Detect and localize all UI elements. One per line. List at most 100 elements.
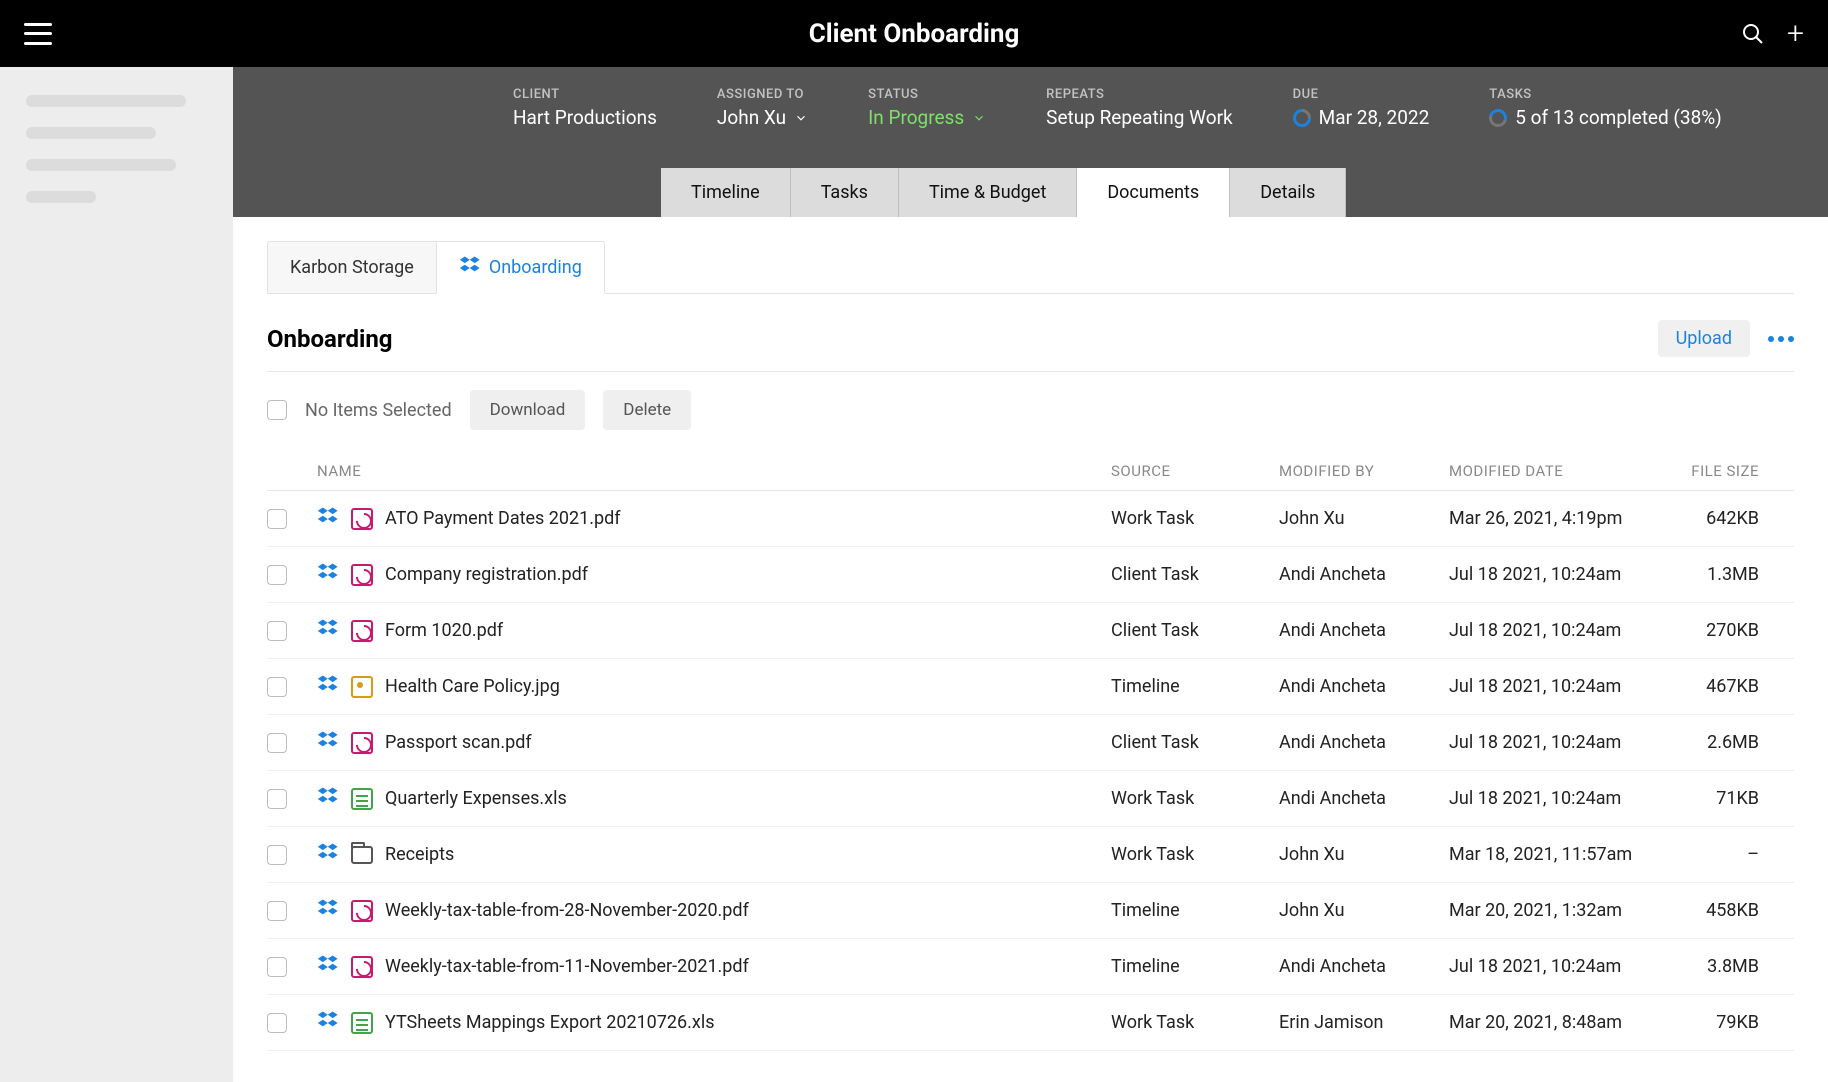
file-name[interactable]: YTSheets Mappings Export 20210726.xls — [385, 1012, 715, 1033]
row-checkbox[interactable] — [267, 509, 287, 529]
file-source: Client Task — [1111, 732, 1279, 753]
row-checkbox[interactable] — [267, 901, 287, 921]
row-checkbox[interactable] — [267, 957, 287, 977]
tab-documents[interactable]: Documents — [1077, 168, 1230, 217]
row-checkbox[interactable] — [267, 1013, 287, 1033]
table-row[interactable]: Quarterly Expenses.xlsWork TaskAndi Anch… — [267, 771, 1794, 827]
storage-tabs: Karbon Storage Onboarding — [267, 241, 1794, 294]
file-source: Timeline — [1111, 676, 1279, 697]
chevron-down-icon — [972, 111, 986, 125]
file-modified-date: Jul 18 2021, 10:24am — [1449, 564, 1659, 585]
file-name[interactable]: Company registration.pdf — [385, 564, 588, 585]
table-row[interactable]: Form 1020.pdfClient TaskAndi AnchetaJul … — [267, 603, 1794, 659]
file-source: Work Task — [1111, 1012, 1279, 1033]
file-name[interactable]: Quarterly Expenses.xls — [385, 788, 567, 809]
selection-status: No Items Selected — [305, 400, 452, 421]
pdf-icon — [351, 564, 373, 586]
tab-time-budget[interactable]: Time & Budget — [899, 168, 1077, 217]
more-options-icon[interactable] — [1768, 336, 1794, 342]
col-modified-by[interactable]: MODIFIED BY — [1279, 462, 1449, 480]
row-checkbox[interactable] — [267, 677, 287, 697]
file-modified-by: Andi Ancheta — [1279, 732, 1449, 753]
col-modified-date[interactable]: MODIFIED DATE — [1449, 462, 1659, 480]
file-size: – — [1659, 844, 1759, 865]
folder-icon — [351, 846, 373, 864]
assigned-to-dropdown[interactable]: John Xu — [717, 106, 808, 129]
tasks-progress[interactable]: 5 of 13 completed (38%) — [1489, 106, 1722, 129]
status-label: STATUS — [868, 87, 986, 102]
file-modified-by: Andi Ancheta — [1279, 564, 1449, 585]
spreadsheet-icon — [351, 1012, 373, 1034]
upload-button[interactable]: Upload — [1658, 320, 1750, 357]
file-name[interactable]: Receipts — [385, 844, 454, 865]
table-row[interactable]: Health Care Policy.jpg TimelineAndi Anche… — [267, 659, 1794, 715]
file-modified-date: Mar 20, 2021, 8:48am — [1449, 1012, 1659, 1033]
row-checkbox[interactable] — [267, 621, 287, 641]
file-modified-date: Jul 18 2021, 10:24am — [1449, 956, 1659, 977]
file-modified-date: Jul 18 2021, 10:24am — [1449, 676, 1659, 697]
work-header: CLIENT Hart Productions ASSIGNED TO John… — [233, 67, 1828, 217]
file-modified-date: Jul 18 2021, 10:24am — [1449, 732, 1659, 753]
file-modified-by: Andi Ancheta — [1279, 676, 1449, 697]
menu-icon[interactable] — [24, 23, 52, 45]
table-row[interactable]: YTSheets Mappings Export 20210726.xls Wor… — [267, 995, 1794, 1051]
file-modified-date: Mar 20, 2021, 1:32am — [1449, 900, 1659, 921]
subtab-onboarding[interactable]: Onboarding — [436, 241, 605, 294]
table-row[interactable]: ReceiptsWork TaskJohn XuMar 18, 2021, 11… — [267, 827, 1794, 883]
table-row[interactable]: ATO Payment Dates 2021.pdfWork TaskJohn … — [267, 491, 1794, 547]
row-checkbox[interactable] — [267, 789, 287, 809]
file-name[interactable]: Weekly-tax-table-from-28-November-2020.p… — [385, 900, 749, 921]
col-source[interactable]: SOURCE — [1111, 462, 1279, 480]
row-checkbox[interactable] — [267, 565, 287, 585]
repeats-value[interactable]: Setup Repeating Work — [1046, 106, 1232, 129]
file-modified-date: Jul 18 2021, 10:24am — [1449, 788, 1659, 809]
pdf-icon — [351, 620, 373, 642]
file-size: 1.3MB — [1659, 564, 1759, 585]
row-checkbox[interactable] — [267, 845, 287, 865]
delete-button[interactable]: Delete — [603, 390, 691, 430]
table-row[interactable]: Company registration.pdf Client TaskAndi … — [267, 547, 1794, 603]
due-date[interactable]: Mar 28, 2022 — [1293, 106, 1430, 129]
status-dropdown[interactable]: In Progress — [868, 106, 986, 129]
due-value: Mar 28, 2022 — [1319, 106, 1430, 129]
tab-timeline[interactable]: Timeline — [661, 168, 791, 217]
dropbox-icon — [317, 673, 339, 700]
file-name[interactable]: ATO Payment Dates 2021.pdf — [385, 508, 621, 529]
dropbox-icon — [459, 254, 481, 281]
file-name[interactable]: Form 1020.pdf — [385, 620, 503, 641]
table-row[interactable]: Weekly-tax-table-from-28-November-2020.p… — [267, 883, 1794, 939]
sidebar-placeholder — [26, 191, 96, 203]
tasks-label: TASKS — [1489, 87, 1722, 102]
download-button[interactable]: Download — [470, 390, 586, 430]
file-modified-by: John Xu — [1279, 900, 1449, 921]
file-source: Client Task — [1111, 564, 1279, 585]
file-name[interactable]: Passport scan.pdf — [385, 732, 532, 753]
file-name[interactable]: Health Care Policy.jpg — [385, 676, 560, 697]
assigned-value: John Xu — [717, 106, 786, 129]
assigned-label: ASSIGNED TO — [717, 87, 808, 102]
add-icon[interactable]: + — [1787, 16, 1804, 51]
search-icon[interactable] — [1741, 22, 1765, 46]
dropbox-icon — [317, 1009, 339, 1036]
table-row[interactable]: Weekly-tax-table-from-11-November-2021.p… — [267, 939, 1794, 995]
pdf-icon — [351, 956, 373, 978]
tab-tasks[interactable]: Tasks — [791, 168, 899, 217]
dropbox-icon — [317, 729, 339, 756]
file-modified-by: John Xu — [1279, 844, 1449, 865]
table-row[interactable]: Passport scan.pdf Client TaskAndi Ancheta… — [267, 715, 1794, 771]
select-all-checkbox[interactable] — [267, 400, 287, 420]
pdf-icon — [351, 508, 373, 530]
col-file-size[interactable]: FILE SIZE — [1659, 462, 1759, 480]
file-name[interactable]: Weekly-tax-table-from-11-November-2021.p… — [385, 956, 749, 977]
subtab-onboarding-label: Onboarding — [489, 257, 582, 278]
progress-ring-icon — [1486, 105, 1511, 130]
row-checkbox[interactable] — [267, 733, 287, 753]
tab-details[interactable]: Details — [1230, 168, 1346, 217]
subtab-karbon-storage[interactable]: Karbon Storage — [267, 241, 436, 293]
file-source: Client Task — [1111, 620, 1279, 641]
page-title: Client Onboarding — [809, 19, 1020, 49]
client-value[interactable]: Hart Productions — [513, 106, 657, 129]
col-name[interactable]: NAME — [317, 462, 1111, 480]
repeats-label: REPEATS — [1046, 87, 1232, 102]
dropbox-icon — [317, 785, 339, 812]
